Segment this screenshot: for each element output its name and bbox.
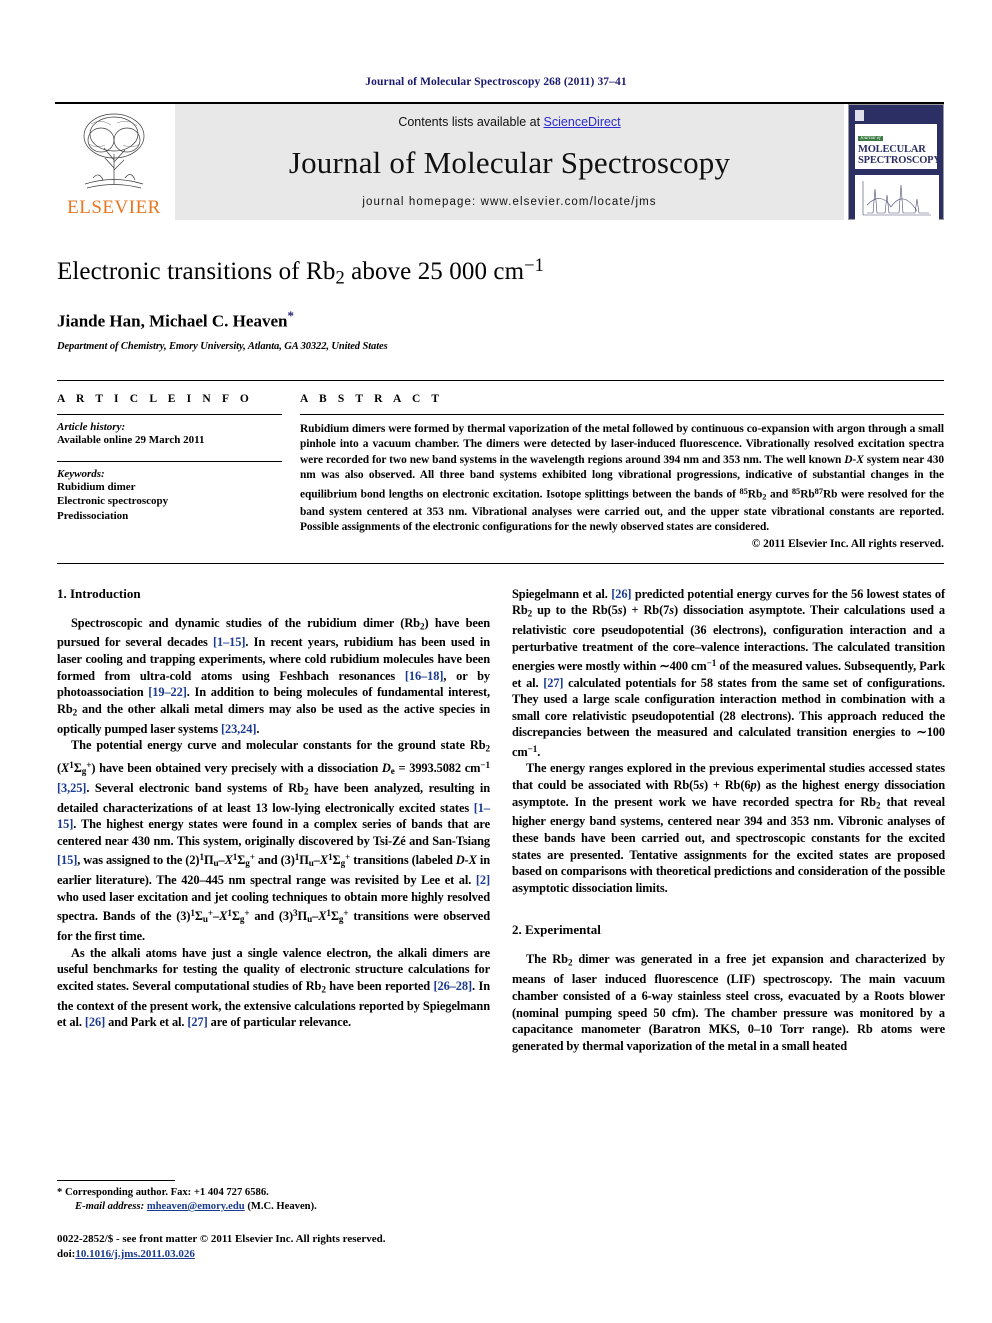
journal-masthead: ELSEVIER Contents lists available at Sci… xyxy=(55,102,944,226)
corresponding-author-marker[interactable]: * xyxy=(287,308,294,323)
keyword-item: Predissociation xyxy=(57,509,129,522)
footnote-corresponding-line: * Corresponding author. Fax: +1 404 727 … xyxy=(57,1186,490,1200)
abstract-rule xyxy=(300,414,944,416)
keywords-label: Keywords: xyxy=(57,467,105,480)
left-column: 1. Introduction Spectroscopic and dynami… xyxy=(57,586,490,1055)
elsevier-wordmark: ELSEVIER xyxy=(67,197,161,218)
abstract-block: A B S T R A C T Rubidium dimers were for… xyxy=(300,393,944,550)
cover-journal-of: Journal of xyxy=(858,136,883,141)
author-list: Jiande Han, Michael C. Heaven* xyxy=(57,308,937,332)
article-title: Electronic transitions of Rb2 above 25 0… xyxy=(57,256,545,289)
info-abstract-band: A R T I C L E I N F O Article history: A… xyxy=(57,380,944,564)
journal-title: Journal of Molecular Spectroscopy xyxy=(288,144,731,180)
article-history-value: Available online 29 March 2011 xyxy=(57,434,205,447)
article-page: Journal of Molecular Spectroscopy 268 (2… xyxy=(0,0,992,1323)
journal-homepage-line[interactable]: journal homepage: www.elsevier.com/locat… xyxy=(362,196,656,208)
footnote-star: * xyxy=(57,1187,63,1198)
contents-prefix: Contents lists available at xyxy=(398,115,544,129)
intro-paragraph-5: The energy ranges explored in the previo… xyxy=(512,761,945,895)
corresponding-author-footnote: * Corresponding author. Fax: +1 404 727 … xyxy=(57,1180,490,1214)
cover-title-line2: SPECTROSCOPY xyxy=(858,155,941,166)
intro-paragraph-3: As the alkali atoms have just a single v… xyxy=(57,945,490,1030)
intro-paragraph-4: Spiegelmann et al. [26] predicted potent… xyxy=(512,586,945,759)
abstract-text: Rubidium dimers were formed by thermal v… xyxy=(300,423,944,534)
elsevier-tree-icon xyxy=(71,110,157,196)
journal-cover-thumbnail: Journal of MOLECULAR SPECTROSCOPY LinusC… xyxy=(848,104,944,226)
running-head: Journal of Molecular Spectroscopy 268 (2… xyxy=(365,76,627,88)
article-info-gap xyxy=(57,448,282,461)
intro-paragraph-2: The potential energy curve and molecular… xyxy=(57,738,490,944)
article-info-heading: A R T I C L E I N F O xyxy=(57,393,253,406)
footnote-email-link[interactable]: mheaven@emory.edu xyxy=(147,1201,245,1212)
footnote-rule xyxy=(57,1180,175,1181)
footnote-email-owner: (M.C. Heaven). xyxy=(247,1201,317,1212)
cover-spectrum-figure xyxy=(855,175,939,221)
experimental-paragraph-1: The Rb2 dimer was generated in a free je… xyxy=(512,952,945,1053)
issn-copyright-line: 0022-2852/$ - see front matter © 2011 El… xyxy=(57,1233,386,1245)
doi-link[interactable]: 10.1016/j.jms.2011.03.026 xyxy=(75,1248,194,1260)
body-columns: 1. Introduction Spectroscopic and dynami… xyxy=(57,586,945,1055)
author-affiliation: Department of Chemistry, Emory Universit… xyxy=(57,341,388,353)
doi-label: doi: xyxy=(57,1247,76,1260)
footnote-email-line: E-mail address: mheaven@emory.edu (M.C. … xyxy=(57,1200,490,1214)
doi-line: doi:10.1016/j.jms.2011.03.026 xyxy=(57,1247,557,1262)
footnote-corresponding-text: Corresponding author. Fax: +1 404 727 65… xyxy=(64,1187,269,1198)
article-info-block: A R T I C L E I N F O Article history: A… xyxy=(57,393,300,549)
article-info-rule xyxy=(57,414,282,416)
cover-publisher-mark xyxy=(855,110,937,121)
footnote-email-label: E-mail address: xyxy=(75,1201,145,1212)
article-history-label: Article history: xyxy=(57,421,126,434)
sciencedirect-link[interactable]: ScienceDirect xyxy=(544,115,621,129)
elsevier-small-icon xyxy=(855,110,864,121)
journal-banner: Contents lists available at ScienceDirec… xyxy=(175,104,844,220)
authors-names: Jiande Han, Michael C. Heaven xyxy=(57,312,288,332)
section-heading-experimental: 2. Experimental xyxy=(512,922,601,938)
section-heading-introduction: 1. Introduction xyxy=(57,585,141,601)
page-footer: 0022-2852/$ - see front matter © 2011 El… xyxy=(57,1232,557,1261)
contents-available-line: Contents lists available at ScienceDirec… xyxy=(398,115,620,129)
right-column: Spiegelmann et al. [26] predicted potent… xyxy=(512,586,945,1055)
keyword-item: Rubidium dimer xyxy=(57,480,136,493)
cover-title-line1: MOLECULAR xyxy=(858,144,926,155)
elsevier-logo: ELSEVIER xyxy=(55,104,173,220)
intro-paragraph-1: Spectroscopic and dynamic studies of the… xyxy=(57,615,490,736)
abstract-heading: A B S T R A C T xyxy=(300,393,444,406)
keyword-item: Electronic spectroscopy xyxy=(57,495,169,508)
keywords-rule xyxy=(57,460,282,462)
title-block: Electronic transitions of Rb2 above 25 0… xyxy=(57,256,937,352)
abstract-copyright: © 2011 Elsevier Inc. All rights reserved… xyxy=(751,537,944,550)
cover-footer: LinusChem xyxy=(855,221,937,228)
cover-title-label: Journal of MOLECULAR SPECTROSCOPY xyxy=(855,124,941,169)
cover-footer-text: LinusChem xyxy=(918,221,937,226)
